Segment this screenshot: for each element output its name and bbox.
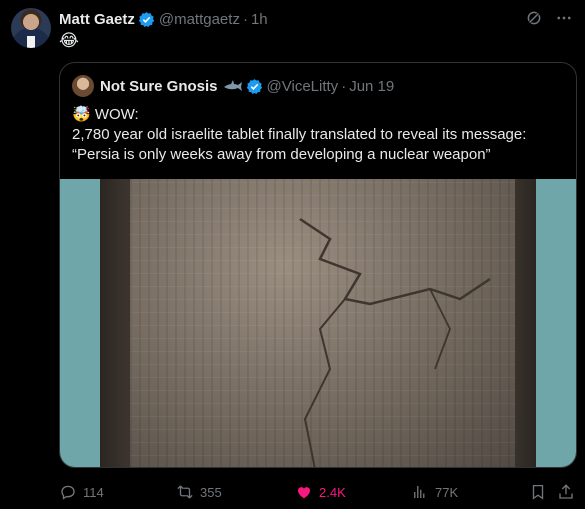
author-name[interactable]: Matt Gaetz xyxy=(59,11,135,28)
quote-line-claim: 2,780 year old israelite tablet finally … xyxy=(72,126,527,143)
share-icon xyxy=(559,484,573,499)
quote-author-name[interactable]: Not Sure Gnosis xyxy=(100,78,218,95)
bookmark-icon xyxy=(532,484,544,500)
quote-header: Not Sure Gnosis @ViceLitty · Jun 19 xyxy=(72,75,394,97)
heart-filled-icon xyxy=(298,487,310,499)
bookmark-button[interactable] xyxy=(529,480,547,504)
tweet-text: 😂 xyxy=(59,31,79,50)
quote-media-image[interactable] xyxy=(60,179,576,467)
verified-badge-icon xyxy=(138,11,154,27)
top-actions xyxy=(525,9,573,27)
reply-button[interactable]: 114 xyxy=(59,480,104,504)
views-button[interactable]: 77K xyxy=(411,480,458,504)
quote-author-handle[interactable]: @ViceLitty xyxy=(267,78,339,95)
quote-date: Jun 19 xyxy=(349,77,395,95)
share-button[interactable] xyxy=(557,480,575,504)
tweet: Matt Gaetz @mattgaetz · 1h 😂 Not Sure Gn… xyxy=(0,0,585,509)
like-count: 2.4K xyxy=(319,484,346,500)
quote-verified-badge-icon xyxy=(246,78,262,94)
reply-count: 114 xyxy=(83,484,104,500)
tweet-time[interactable]: 1h xyxy=(251,11,268,28)
author-avatar[interactable] xyxy=(11,8,51,48)
repost-count: 355 xyxy=(200,484,222,500)
views-bar-chart-icon xyxy=(414,486,425,498)
quote-separator-dot: · xyxy=(341,77,347,95)
quoted-tweet[interactable]: Not Sure Gnosis @ViceLitty · Jun 19 🤯 WO… xyxy=(59,62,577,468)
quote-text: 🤯 WOW: 2,780 year old israelite tablet f… xyxy=(72,105,568,165)
shark-emoji-icon xyxy=(223,80,242,91)
grok-icon[interactable] xyxy=(525,9,543,27)
views-count: 77K xyxy=(435,484,459,500)
like-button[interactable]: 2.4K xyxy=(295,480,346,504)
repost-button[interactable]: 355 xyxy=(176,480,222,504)
more-options-icon[interactable] xyxy=(555,9,573,27)
quote-line-wow: 🤯 WOW: xyxy=(72,106,139,123)
tweet-header: Matt Gaetz @mattgaetz · 1h xyxy=(59,9,268,29)
author-handle[interactable]: @mattgaetz xyxy=(159,11,240,28)
quote-author-avatar[interactable] xyxy=(72,75,94,97)
separator-dot: · xyxy=(242,10,248,28)
quote-line-message: “Persia is only weeks away from developi… xyxy=(72,146,491,163)
tablet-crack xyxy=(299,217,491,467)
action-bar: 114 355 2.4K 77K xyxy=(59,480,577,504)
reply-icon xyxy=(61,485,75,500)
repost-icon xyxy=(177,485,193,499)
